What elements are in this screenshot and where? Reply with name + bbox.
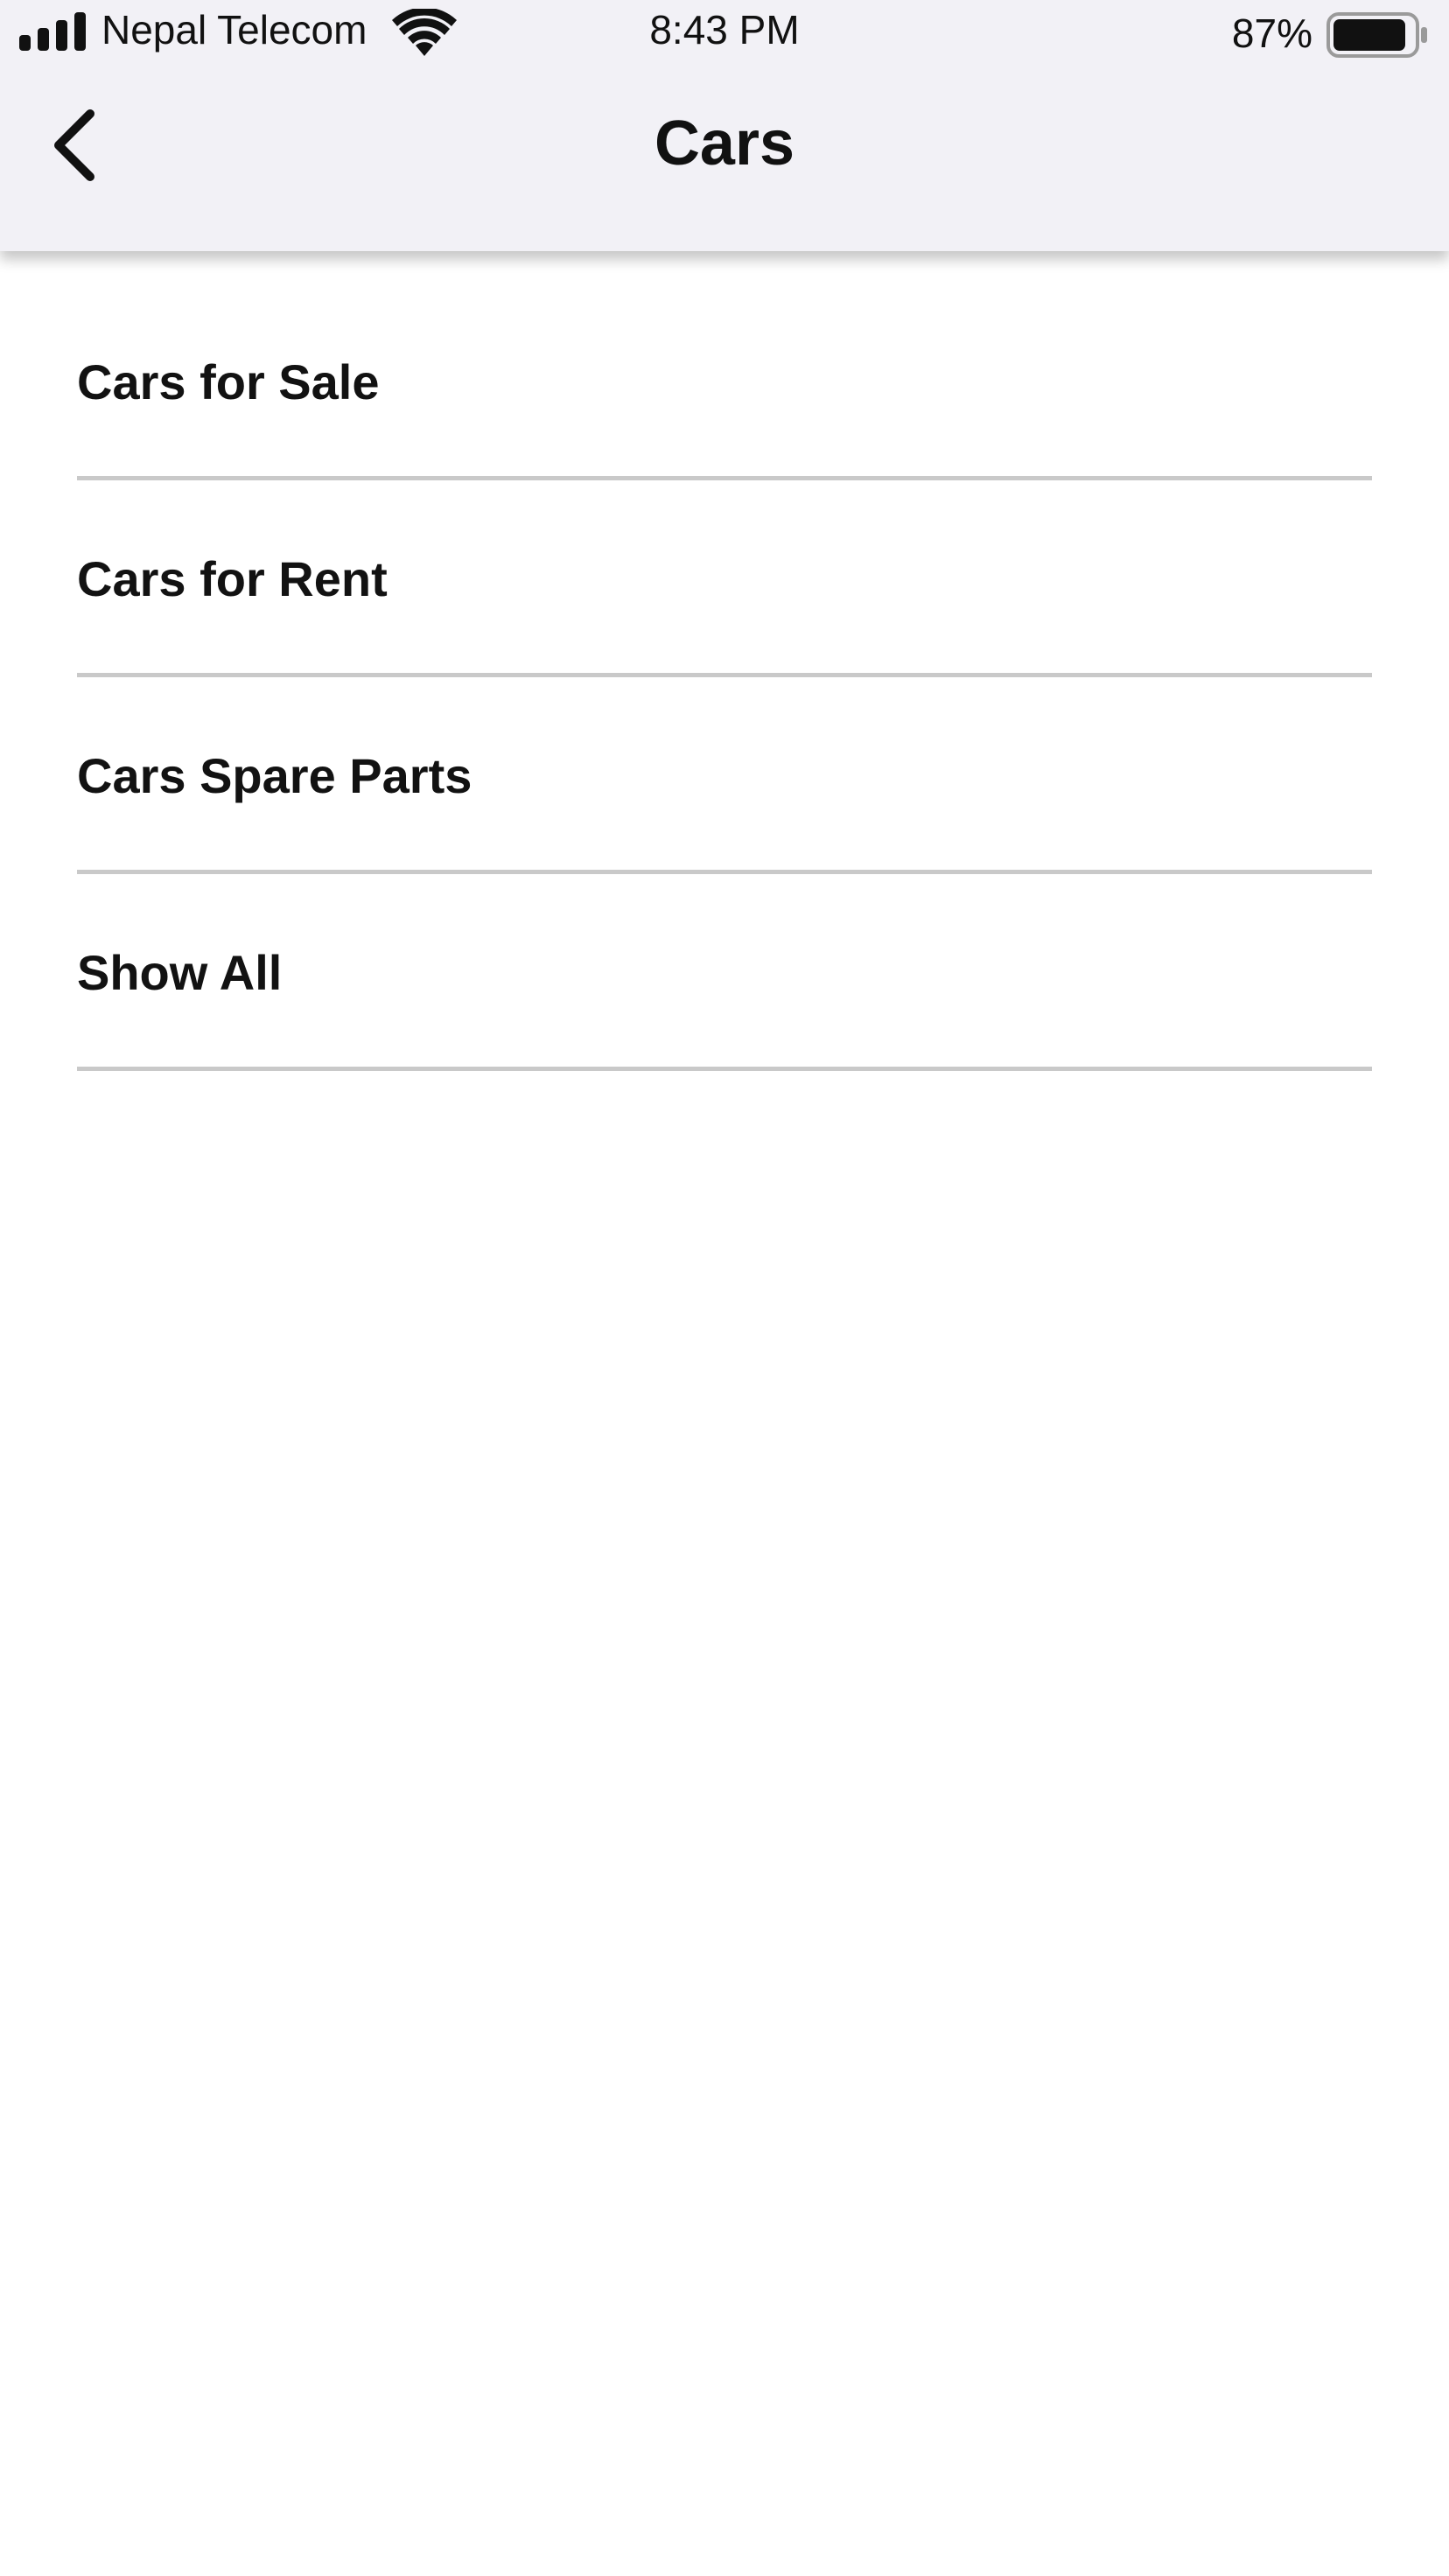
page-title: Cars — [654, 108, 795, 178]
battery-icon — [1326, 12, 1427, 58]
list-item-label: Show All — [77, 945, 283, 1000]
list-item-cars-for-sale[interactable]: Cars for Sale — [77, 284, 1372, 480]
battery-percentage: 87% — [1231, 10, 1312, 56]
top-chrome: Nepal Telecom 8:43 PM 87% Cars — [0, 0, 1449, 251]
list-item-label: Cars for Sale — [77, 354, 380, 410]
navigation-bar: Cars — [0, 66, 1449, 251]
list-item-cars-for-rent[interactable]: Cars for Rent — [77, 480, 1372, 677]
list-item-cars-spare-parts[interactable]: Cars Spare Parts — [77, 677, 1372, 874]
category-menu-list: Cars for Sale Cars for Rent Cars Spare P… — [77, 284, 1372, 1071]
status-bar: Nepal Telecom 8:43 PM 87% — [0, 0, 1449, 66]
list-item-label: Cars Spare Parts — [77, 748, 472, 803]
list-item-show-all[interactable]: Show All — [77, 874, 1372, 1071]
list-item-label: Cars for Rent — [77, 551, 388, 606]
